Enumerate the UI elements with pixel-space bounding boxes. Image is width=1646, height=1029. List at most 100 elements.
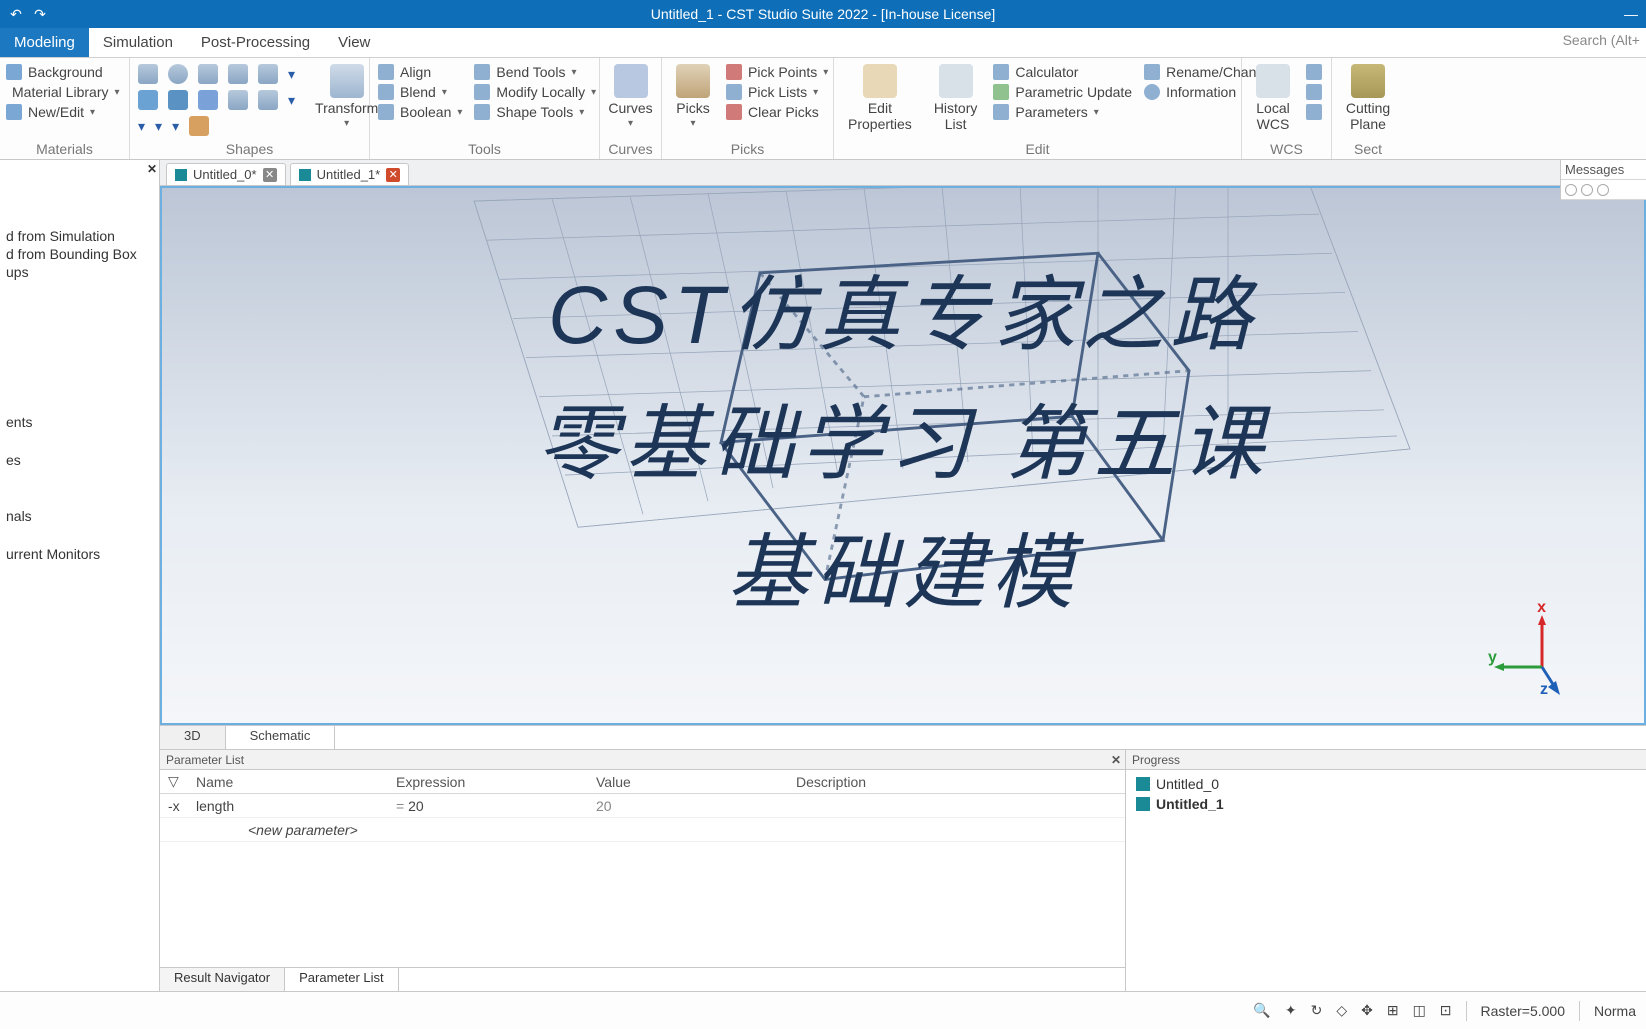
status-mode: Norma (1594, 1003, 1636, 1019)
progress-item-0[interactable]: Untitled_0 (1136, 774, 1636, 794)
tab-modeling[interactable]: Modeling (0, 28, 89, 57)
align-button[interactable]: Align (378, 64, 462, 80)
picklists-button[interactable]: Pick Lists▾ (726, 84, 828, 100)
status-tool-icon[interactable]: ◇ (1336, 1002, 1347, 1019)
shape-tool-icon-4[interactable] (228, 90, 248, 110)
brush-icon[interactable] (189, 116, 209, 136)
material-library-button[interactable]: Material Library▾ (6, 84, 119, 100)
group-label: Materials (0, 141, 129, 157)
tab-simulation[interactable]: Simulation (89, 28, 187, 57)
group-label: Shapes (130, 141, 369, 157)
view-tab-3d[interactable]: 3D (160, 726, 226, 749)
ribbon: Background Material Library▾ New/Edit▾ M… (0, 58, 1646, 160)
background-button[interactable]: Background (6, 64, 119, 80)
calculator-button[interactable]: Calculator (993, 64, 1132, 80)
msg-filter-icon[interactable] (1597, 184, 1609, 196)
parametricupdate-button[interactable]: Parametric Update (993, 84, 1132, 100)
view-tab-schematic[interactable]: Schematic (226, 726, 336, 749)
parameter-list-tab[interactable]: Parameter List (285, 968, 399, 991)
undo-icon[interactable]: ↶ (8, 6, 24, 22)
shape-tool-icon-2[interactable] (168, 90, 188, 110)
filter-icon[interactable]: ▽ (160, 773, 188, 790)
new-parameter-row[interactable]: <new parameter> (160, 818, 1125, 842)
minimize-icon[interactable]: — (1622, 6, 1640, 22)
close-tab-icon[interactable]: ✕ (386, 168, 400, 182)
search-input[interactable]: Search (Alt+ (1563, 32, 1640, 48)
sphere-icon[interactable] (168, 64, 188, 84)
parameters-button[interactable]: Parameters▾ (993, 104, 1132, 120)
msg-filter-icon[interactable] (1581, 184, 1593, 196)
shape-tool-icon[interactable] (138, 90, 158, 110)
clearpicks-button[interactable]: Clear Picks (726, 104, 828, 120)
parameter-list-panel: Parameter List ✕ ▽ Name Expression Value… (160, 750, 1126, 991)
paramupdate-icon (993, 84, 1009, 100)
col-name[interactable]: Name (188, 774, 388, 790)
status-tool-icon[interactable]: ⊞ (1387, 1002, 1399, 1019)
navigation-tree[interactable]: ✕ d from Simulation d from Bounding Box … (0, 160, 160, 991)
col-description[interactable]: Description (788, 774, 1125, 790)
boolean-button[interactable]: Boolean▾ (378, 104, 462, 120)
col-expression[interactable]: Expression (388, 774, 588, 790)
bendtools-button[interactable]: Bend Tools▾ (474, 64, 596, 80)
status-tool-icon[interactable]: ✥ (1361, 1002, 1373, 1019)
pickpoints-button[interactable]: Pick Points▾ (726, 64, 828, 80)
blend-button[interactable]: Blend▾ (378, 84, 462, 100)
close-icon[interactable]: ✕ (147, 162, 157, 176)
cuttingplane-button[interactable]: Cutting Plane (1336, 62, 1400, 150)
tree-item[interactable]: urrent Monitors (6, 546, 153, 562)
wcs-tool-2[interactable] (1306, 84, 1322, 100)
curves-icon (614, 64, 648, 98)
shape-tool-icon-5[interactable] (258, 90, 278, 110)
tree-item[interactable]: ups (6, 264, 153, 280)
tree-item[interactable]: es (6, 452, 153, 468)
progress-item-1[interactable]: Untitled_1 (1136, 794, 1636, 814)
status-tool-icon[interactable]: ◫ (1413, 1002, 1426, 1019)
overlay-title: CST仿真专家之路 零基础学习 第五课 基础建模 (537, 248, 1270, 625)
wcs-icon (1256, 64, 1290, 98)
tree-item[interactable]: d from Simulation (6, 228, 153, 244)
titlebar: ↶ ↷ Untitled_1 - CST Studio Suite 2022 -… (0, 0, 1646, 28)
shapetools-button[interactable]: Shape Tools▾ (474, 104, 596, 120)
file-tab-1[interactable]: Untitled_1*✕ (290, 163, 410, 185)
ribbon-group-picks: Picks▾ Pick Points▾ Pick Lists▾ Clear Pi… (662, 58, 834, 159)
torus-icon[interactable] (258, 64, 278, 84)
msg-filter-icon[interactable] (1565, 184, 1577, 196)
tree-item[interactable]: d from Bounding Box (6, 246, 153, 262)
cone-icon[interactable] (198, 64, 218, 84)
cube-icon[interactable] (138, 64, 158, 84)
doc-icon (299, 169, 311, 181)
close-icon[interactable]: ✕ (1111, 753, 1121, 767)
view-tabs: 3D Schematic (160, 725, 1646, 749)
curves-button[interactable]: Curves▾ (604, 62, 657, 147)
group-label: Edit (834, 141, 1241, 157)
file-tab-0[interactable]: Untitled_0*✕ (166, 163, 286, 185)
col-value[interactable]: Value (588, 774, 788, 790)
blend-icon (378, 84, 394, 100)
tab-view[interactable]: View (324, 28, 384, 57)
cylinder-icon[interactable] (228, 64, 248, 84)
3d-viewport[interactable]: CST仿真专家之路 零基础学习 第五课 基础建模 x y z (160, 186, 1646, 725)
wcs-tool-3[interactable] (1306, 104, 1322, 120)
redo-icon[interactable]: ↷ (32, 6, 48, 22)
newedit-button[interactable]: New/Edit▾ (6, 104, 119, 120)
table-header: ▽ Name Expression Value Description (160, 770, 1125, 794)
status-tool-icon[interactable]: ↻ (1311, 1002, 1323, 1019)
status-tool-icon[interactable]: ✦ (1285, 1002, 1297, 1019)
wcs-tool-1[interactable] (1306, 64, 1322, 80)
group-label: WCS (1242, 141, 1331, 157)
close-tab-icon[interactable]: ✕ (263, 168, 277, 182)
tab-postprocessing[interactable]: Post-Processing (187, 28, 324, 57)
tree-item[interactable]: nals (6, 508, 153, 524)
list-icon (726, 84, 742, 100)
axis-widget[interactable]: x y z (1494, 609, 1584, 699)
messages-title: Messages (1565, 162, 1624, 177)
status-tool-icon[interactable]: ⊡ (1440, 1002, 1452, 1019)
modifylocally-button[interactable]: Modify Locally▾ (474, 84, 596, 100)
table-row[interactable]: -x length = 20 20 (160, 794, 1125, 818)
tree-item[interactable]: ents (6, 414, 153, 430)
result-navigator-tab[interactable]: Result Navigator (160, 968, 285, 991)
shape-tool-icon-3[interactable] (198, 90, 218, 110)
status-tool-icon[interactable]: 🔍 (1253, 1002, 1270, 1019)
info-icon (1144, 84, 1160, 100)
parameter-table: ▽ Name Expression Value Description -x l… (160, 770, 1125, 967)
